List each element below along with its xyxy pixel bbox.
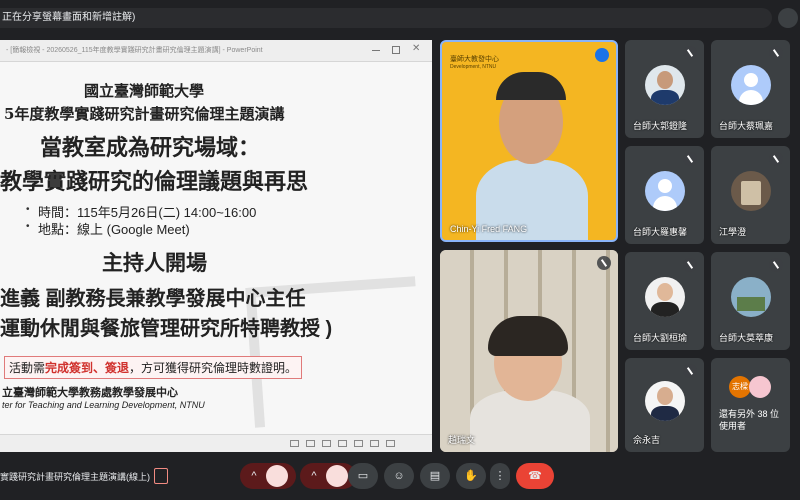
participant-tile[interactable]: 台師大郭鐙隆 bbox=[625, 40, 704, 138]
slide-lecture-title: 5年度教學實踐研究計畫研究倫理主題演講 bbox=[4, 105, 285, 123]
note-highlight: 完成簽到、簽退 bbox=[45, 361, 130, 375]
slide-host-line1: 進義 副教務長兼教學發展中心主任 bbox=[0, 288, 306, 310]
present-button[interactable]: ▭ bbox=[348, 463, 378, 489]
slide-organizer: 立臺灣師範大學教務處教學發展中心 bbox=[2, 386, 178, 399]
emoji-icon[interactable]: ☺ bbox=[384, 463, 414, 489]
present-icon[interactable]: ▭ bbox=[348, 463, 378, 489]
bullet-icon: • bbox=[26, 204, 30, 215]
mic-off-icon bbox=[597, 256, 611, 270]
powerpoint-title-bar: - [簡報檢視 - 20260526_115年度教學實踐研究計畫研究倫理主題演講… bbox=[0, 40, 432, 62]
mic-off-icon bbox=[769, 258, 783, 272]
avatar bbox=[644, 277, 685, 318]
presenting-banner: 正在分享螢幕畫面和新增註解) bbox=[0, 8, 772, 28]
participant-tile[interactable]: 台師大蔡珮嘉 bbox=[711, 40, 790, 138]
hand-icon[interactable]: ✋ bbox=[456, 463, 486, 489]
slide-host-line2: 運動休閒與餐旅管理研究所特聘教授 ) bbox=[0, 318, 333, 340]
mic-off-icon bbox=[683, 46, 697, 60]
participant-tile-speaker[interactable]: 臺師大教發中心 Development, NTNU Chin-Yi Fred F… bbox=[440, 40, 618, 242]
mic-toggle-button[interactable]: ^ bbox=[240, 463, 296, 489]
banner-close-button[interactable] bbox=[778, 8, 798, 28]
slide-place: 地點：線上 (Google Meet) bbox=[38, 222, 190, 237]
meet-window: 正在分享螢幕畫面和新增註解) - [簡報檢視 - 20260526_115年度教… bbox=[0, 0, 800, 500]
mic-off-icon bbox=[683, 152, 697, 166]
more-vert-icon[interactable]: ⋮ bbox=[490, 463, 510, 489]
close-icon[interactable]: ✕ bbox=[412, 44, 420, 54]
slide-sorter-icon[interactable] bbox=[306, 440, 315, 447]
zoom-out-icon[interactable] bbox=[354, 440, 363, 447]
avatar bbox=[644, 381, 685, 422]
chevron-up-icon[interactable]: ^ bbox=[304, 463, 324, 489]
slideshow-icon[interactable] bbox=[338, 440, 347, 447]
chevron-up-icon[interactable]: ^ bbox=[244, 463, 264, 489]
second-name: 趙瑞文 bbox=[448, 435, 476, 445]
captions-icon[interactable]: ▤ bbox=[420, 463, 450, 489]
mic-off-icon[interactable] bbox=[266, 465, 288, 487]
normal-view-icon[interactable] bbox=[290, 440, 299, 447]
meeting-info-icon[interactable] bbox=[154, 468, 168, 484]
slide-signin-note: 活動需完成簽到、簽退，方可獲得研究倫理時數證明。 bbox=[4, 356, 303, 379]
slide-host-heading: 主持人開場 bbox=[102, 251, 207, 275]
mic-off-icon bbox=[769, 46, 783, 60]
participant-name: 台師大蔡珮嘉 bbox=[719, 121, 774, 131]
avatar bbox=[730, 171, 771, 212]
participant-tile[interactable]: 台師大羅惠馨 bbox=[625, 146, 704, 244]
speaker-name: Chin-Yi Fred FANG bbox=[450, 224, 528, 234]
slide-canvas: 國立臺灣師範大學 5年度教學實踐研究計畫研究倫理主題演講 當教室成為研究場域： … bbox=[0, 62, 432, 434]
headphones-icon bbox=[496, 72, 566, 100]
speaking-indicator-icon bbox=[595, 48, 609, 62]
participant-name: 台師大羅惠馨 bbox=[633, 227, 688, 237]
participant-tile[interactable]: 江學澄 bbox=[711, 146, 790, 244]
participant-tile-second[interactable]: 趙瑞文 bbox=[440, 250, 618, 452]
participant-name: 台師大莫萃康 bbox=[719, 333, 774, 343]
minimize-icon[interactable] bbox=[372, 46, 380, 51]
meeting-title: 實踐研究計畫研究倫理主題演講(線上) bbox=[0, 472, 150, 482]
default-avatar-icon bbox=[730, 65, 771, 106]
participant-badge: 志樑 bbox=[729, 376, 751, 398]
mic-off-icon bbox=[683, 258, 697, 272]
more-options-button[interactable]: ⋮ bbox=[490, 463, 510, 489]
more-participants-tile[interactable]: 志樑 還有另外 38 位使用者 bbox=[711, 358, 790, 452]
hangup-icon[interactable]: ☎ bbox=[516, 463, 554, 489]
fit-slide-icon[interactable] bbox=[386, 440, 395, 447]
avatar bbox=[644, 65, 685, 106]
raise-hand-button[interactable]: ✋ bbox=[456, 463, 486, 489]
slide-topic-line2: 教學實踐研究的倫理議題與再思 bbox=[0, 169, 309, 195]
participant-name: 台師大郭鐙隆 bbox=[633, 121, 688, 131]
note-suffix: ，方可獲得研究倫理時數證明。 bbox=[129, 361, 298, 375]
speaker-logo-text: 臺師大教發中心 bbox=[450, 56, 499, 63]
note-prefix: 活動需 bbox=[9, 361, 46, 375]
participant-name: 台師大劉桓瑜 bbox=[633, 333, 688, 343]
shared-presentation: - [簡報檢視 - 20260526_115年度教學實踐研究計畫研究倫理主題演講… bbox=[0, 40, 432, 452]
participant-tile[interactable]: 台師大劉桓瑜 bbox=[625, 252, 704, 350]
mic-off-icon bbox=[683, 364, 697, 378]
avatar bbox=[749, 376, 771, 398]
avatar bbox=[730, 277, 771, 318]
default-avatar-icon bbox=[644, 171, 685, 212]
powerpoint-window-title: - [簡報檢視 - 20260526_115年度教學實踐研究計畫研究倫理主題演講… bbox=[6, 47, 263, 54]
participant-tile[interactable]: 台師大莫萃康 bbox=[711, 252, 790, 350]
maximize-icon[interactable] bbox=[392, 46, 400, 54]
slide-organizer-en: ter for Teaching and Learning Developmen… bbox=[2, 400, 205, 410]
mic-off-icon bbox=[769, 152, 783, 166]
reading-view-icon[interactable] bbox=[322, 440, 331, 447]
participant-name: 佘永吉 bbox=[633, 435, 661, 445]
bullet-icon: • bbox=[26, 221, 30, 232]
powerpoint-status-bar bbox=[0, 434, 432, 452]
reactions-button[interactable]: ☺ bbox=[384, 463, 414, 489]
captions-button[interactable]: ▤ bbox=[420, 463, 450, 489]
zoom-in-icon[interactable] bbox=[370, 440, 379, 447]
more-participants-label: 還有另外 38 位使用者 bbox=[719, 409, 780, 431]
camera-off-icon[interactable] bbox=[326, 465, 348, 487]
slide-topic-line1: 當教室成為研究場域： bbox=[40, 135, 261, 161]
slide-university: 國立臺灣師範大學 bbox=[84, 82, 205, 100]
speaker-logo-sub: Development, NTNU bbox=[450, 64, 497, 70]
leave-call-button[interactable]: ☎ bbox=[516, 463, 554, 489]
participant-tile[interactable]: 佘永吉 bbox=[625, 358, 704, 452]
participant-name: 江學澄 bbox=[719, 227, 747, 237]
